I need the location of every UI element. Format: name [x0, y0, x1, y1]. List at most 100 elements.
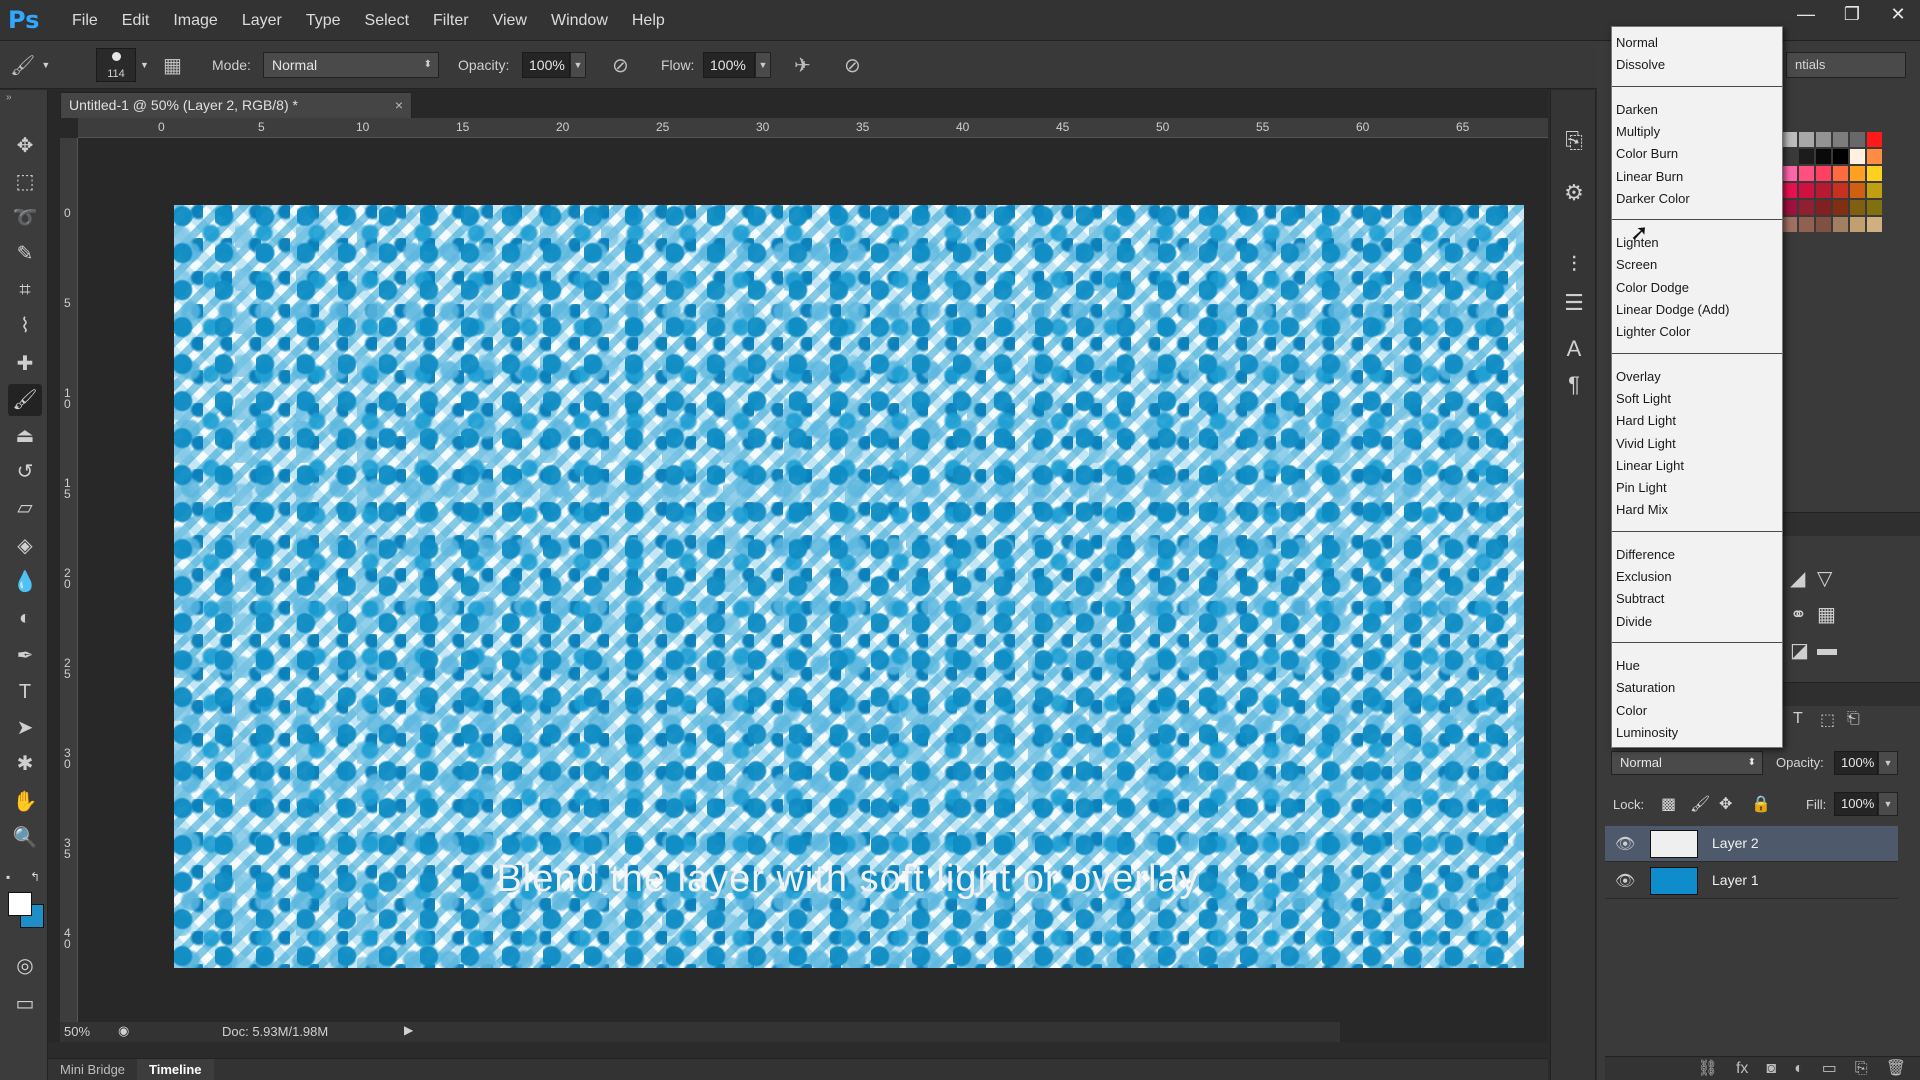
marquee-icon[interactable]: ⬚	[8, 166, 42, 198]
restore-icon[interactable]: ❐	[1840, 2, 1864, 26]
proof-icon[interactable]: ◉	[118, 1023, 129, 1039]
visibility-eye-icon[interactable]: 👁	[1615, 834, 1635, 854]
brush-panel-toggle[interactable]: ▦	[163, 41, 182, 89]
paragraph-icon[interactable]: ¶	[1559, 370, 1589, 400]
fill-dropdown[interactable]: ▼	[1878, 792, 1898, 816]
airbrush-toggle[interactable]: ✈	[794, 41, 811, 89]
blend-option-hue[interactable]: Hue	[1616, 658, 1640, 673]
menu-image[interactable]: Image	[161, 0, 229, 41]
blend-option-pin-light[interactable]: Pin Light	[1616, 480, 1667, 495]
document-canvas[interactable]	[174, 205, 1524, 968]
color-swatch[interactable]	[1833, 149, 1848, 164]
lock-pixels-icon[interactable]: 🖌	[1690, 794, 1710, 814]
shape-icon[interactable]: ✱	[8, 748, 42, 780]
color-swatch[interactable]	[1816, 132, 1831, 147]
mode-select[interactable]: Normal ⬍	[263, 52, 439, 78]
stamp-icon[interactable]: ⏏	[8, 420, 42, 452]
blend-option-saturation[interactable]: Saturation	[1616, 680, 1675, 695]
blend-option-vivid-light[interactable]: Vivid Light	[1616, 436, 1676, 451]
menu-edit[interactable]: Edit	[110, 0, 162, 41]
character-icon[interactable]: A	[1559, 334, 1589, 364]
color-swatch[interactable]	[1782, 166, 1797, 181]
type-icon[interactable]: T	[8, 676, 42, 708]
menu-window[interactable]: Window	[539, 0, 620, 41]
blend-option-linear-burn[interactable]: Linear Burn	[1616, 169, 1683, 184]
brush-presets-icon[interactable]: ⫶	[1559, 250, 1589, 280]
menu-select[interactable]: Select	[353, 0, 421, 41]
blend-option-hard-light[interactable]: Hard Light	[1616, 413, 1676, 428]
blend-option-divide[interactable]: Divide	[1616, 614, 1652, 629]
crop-icon[interactable]: ⌗	[8, 274, 42, 306]
blend-option-lighter-color[interactable]: Lighter Color	[1616, 324, 1690, 339]
color-swatch[interactable]	[1850, 132, 1865, 147]
lock-all-icon[interactable]: 🔒	[1751, 794, 1771, 814]
paint-bucket-icon[interactable]: ◈	[8, 530, 42, 562]
color-swatch[interactable]	[1799, 200, 1814, 215]
close-tab-icon[interactable]: ×	[395, 93, 403, 117]
layer-opacity-dropdown[interactable]: ▼	[1878, 751, 1898, 775]
flow-field[interactable]: 100%	[703, 52, 755, 78]
color-swatch[interactable]	[1782, 149, 1797, 164]
color-swatch[interactable]	[1799, 149, 1814, 164]
hand-icon[interactable]: ✋	[8, 786, 42, 818]
adjustments-icon[interactable]: ☰	[1559, 288, 1589, 318]
delete-layer-icon[interactable]: 🗑	[1886, 1057, 1906, 1080]
color-swatch[interactable]	[1850, 166, 1865, 181]
link-layers-icon[interactable]: ⛓	[1698, 1057, 1718, 1080]
menu-filter[interactable]: Filter	[421, 0, 481, 41]
pressure-opacity-toggle[interactable]: ⊘	[612, 41, 629, 89]
color-swatch[interactable]	[1799, 217, 1814, 232]
fx-icon[interactable]: fx	[1736, 1057, 1748, 1080]
visibility-eye-icon[interactable]: 👁	[1615, 871, 1635, 891]
tab-mini-bridge[interactable]: Mini Bridge	[48, 1059, 137, 1080]
zoom-icon[interactable]: 🔍	[8, 822, 42, 854]
color-swatch[interactable]	[1867, 132, 1882, 147]
blend-option-luminosity[interactable]: Luminosity	[1616, 725, 1678, 740]
levels-icon[interactable]: ◢	[1790, 566, 1805, 591]
blend-option-exclusion[interactable]: Exclusion	[1616, 569, 1672, 584]
smart-filter-icon[interactable]: ⎗	[1847, 710, 1860, 728]
add-mask-icon[interactable]: ◙	[1766, 1057, 1776, 1080]
foreground-color[interactable]	[8, 892, 32, 916]
color-swatch[interactable]	[1782, 200, 1797, 215]
color-swatch[interactable]	[1799, 183, 1814, 198]
path-select-icon[interactable]: ➤	[8, 712, 42, 744]
shape-filter-icon[interactable]: ⬚	[1820, 710, 1835, 730]
healing-icon[interactable]: ✚	[8, 348, 42, 380]
type-filter-icon[interactable]: T	[1793, 710, 1803, 728]
document-tab[interactable]: Untitled-1 @ 50% (Layer 2, RGB/8) * ×	[60, 92, 412, 118]
blend-option-hard-mix[interactable]: Hard Mix	[1616, 502, 1668, 517]
gradient-icon[interactable]: ▬	[1817, 638, 1837, 661]
screen-mode-icon[interactable]: ▭	[8, 988, 42, 1020]
blend-option-soft-light[interactable]: Soft Light	[1616, 391, 1671, 406]
tab-timeline[interactable]: Timeline	[137, 1059, 214, 1080]
brush-size-picker[interactable]: 114 ▼	[96, 41, 149, 89]
color-swatch[interactable]	[1799, 132, 1814, 147]
menu-file[interactable]: File	[60, 0, 110, 41]
status-menu-icon[interactable]: ▶	[404, 1023, 413, 1037]
color-swatch[interactable]	[1867, 149, 1882, 164]
lasso-icon[interactable]: ➰	[8, 202, 42, 234]
opacity-dropdown[interactable]: ▼	[570, 52, 586, 78]
dodge-icon[interactable]: ◐	[8, 602, 42, 634]
layer-opacity-field[interactable]: 100%	[1834, 751, 1878, 775]
new-layer-icon[interactable]: ⎘	[1855, 1057, 1868, 1080]
move-icon[interactable]: ✥	[8, 130, 42, 162]
color-swatch[interactable]	[1850, 200, 1865, 215]
close-icon[interactable]: ✕	[1886, 2, 1910, 26]
grid-icon[interactable]: ▦	[1817, 602, 1836, 627]
layer-row-layer-1[interactable]: 👁 Layer 1	[1605, 863, 1898, 899]
menu-view[interactable]: View	[481, 0, 539, 41]
blend-option-darken[interactable]: Darken	[1616, 102, 1658, 117]
color-swatch[interactable]	[1833, 132, 1848, 147]
menu-help[interactable]: Help	[620, 0, 677, 41]
layer-blend-mode-select[interactable]: Normal ⬍	[1611, 751, 1763, 775]
color-swatch[interactable]	[1816, 200, 1831, 215]
zoom-level[interactable]: 50%	[64, 1024, 90, 1039]
menu-type[interactable]: Type	[294, 0, 353, 41]
collapse-icon[interactable]: »	[6, 92, 12, 103]
color-swatch[interactable]	[1867, 183, 1882, 198]
blend-option-linear-dodge-add[interactable]: Linear Dodge (Add)	[1616, 302, 1729, 317]
tool-preset-picker[interactable]: 🖌 ▼	[10, 41, 50, 89]
color-swatch[interactable]	[1850, 149, 1865, 164]
